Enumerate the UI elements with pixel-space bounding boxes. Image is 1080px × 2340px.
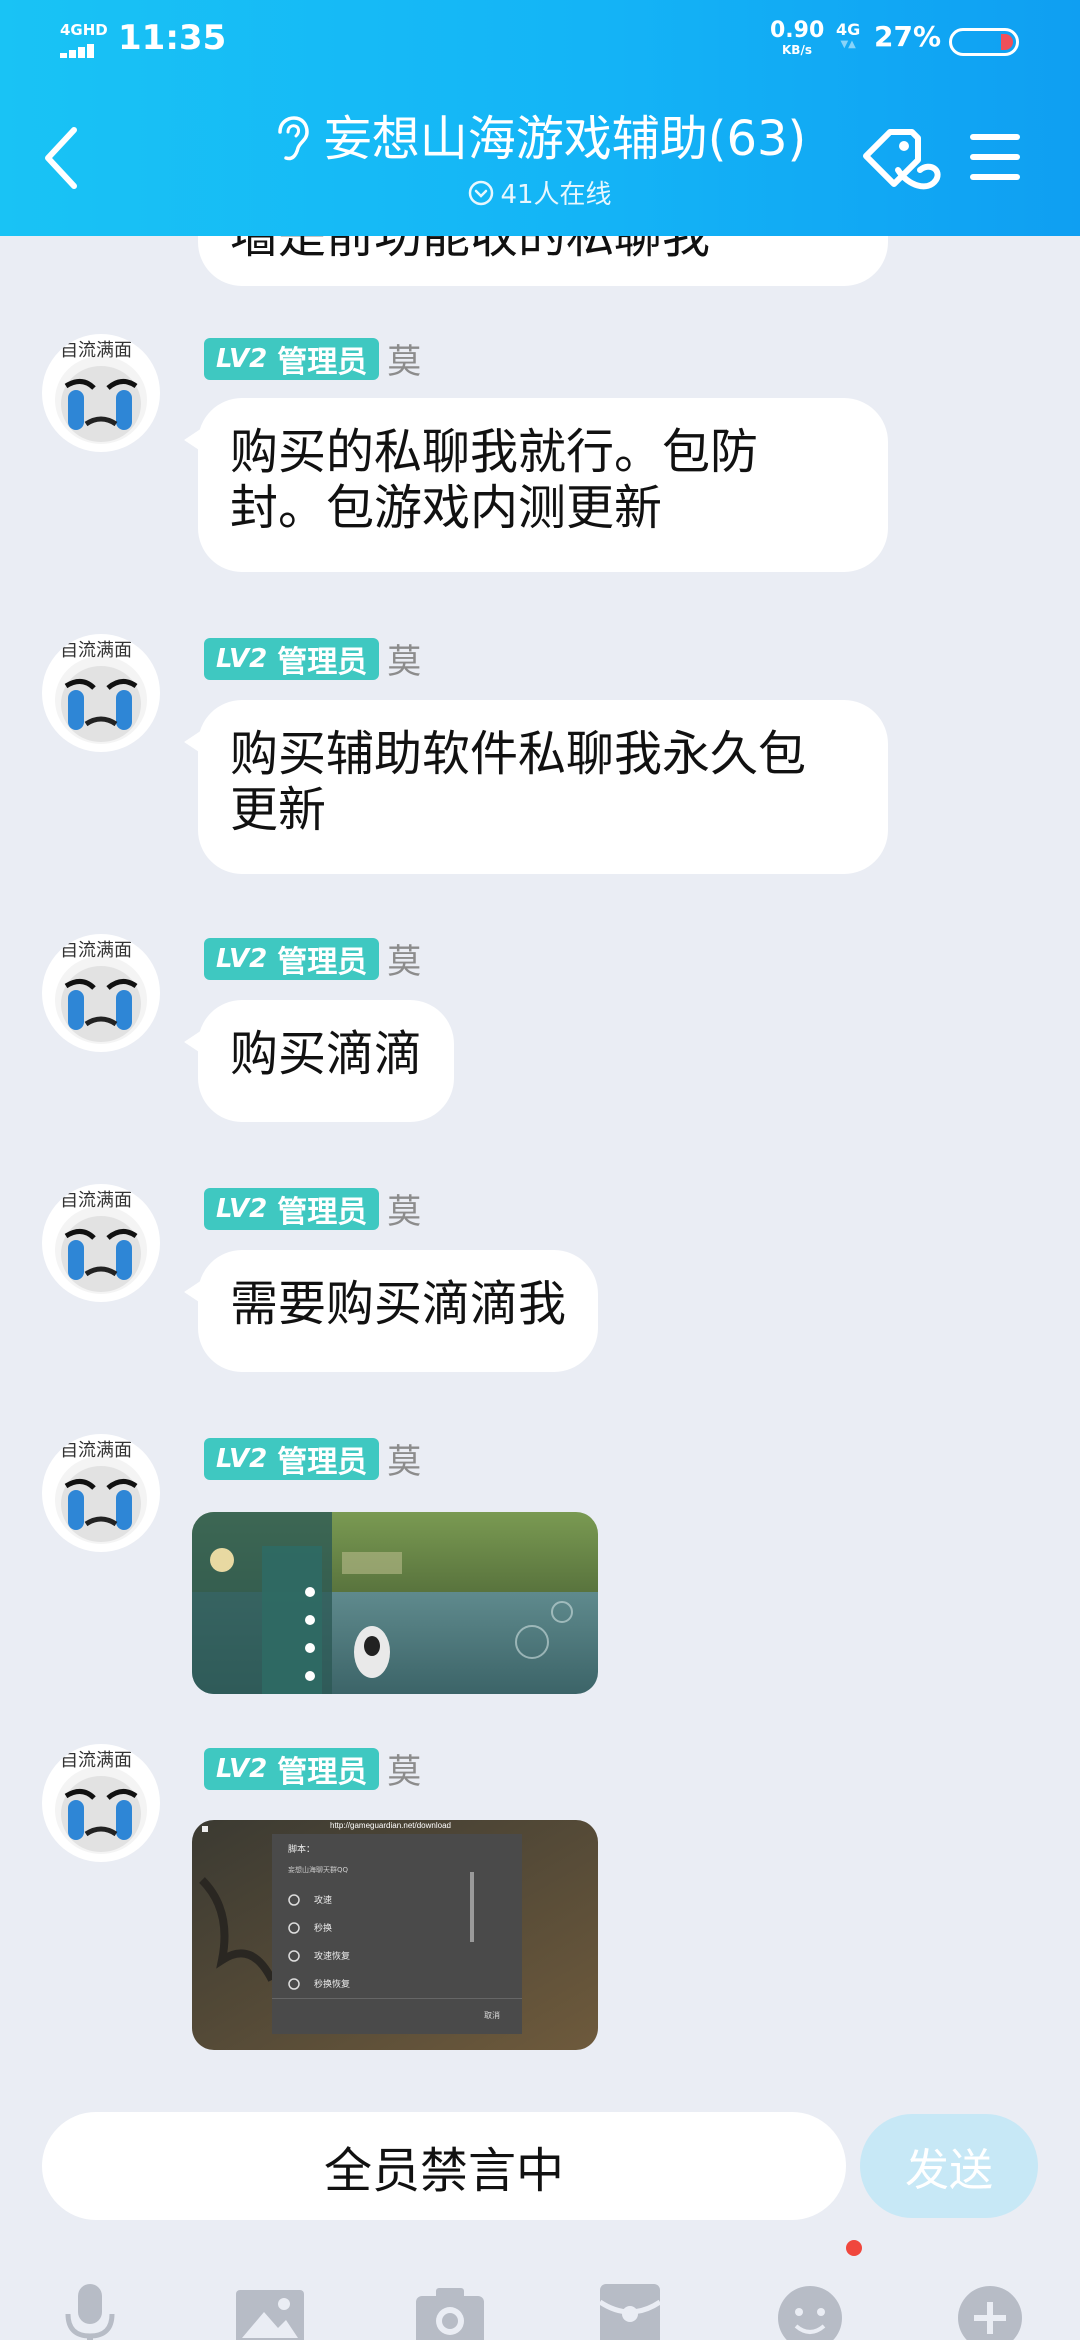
muted-input-field[interactable]: 全员禁言中 — [42, 2112, 846, 2220]
sender-name[interactable]: 莫 — [387, 934, 421, 983]
avatar-caption: 自流满面 — [60, 640, 132, 661]
svg-text:脚本：: 脚本： — [288, 1843, 315, 1855]
network-speed: 0.90 KB/s — [770, 18, 825, 57]
notification-dot — [846, 2240, 862, 2256]
sender-line: LV2 管理员 莫 — [204, 1184, 421, 1233]
emoji-icon[interactable] — [770, 2276, 850, 2340]
avatar-caption: 自流满面 — [60, 340, 132, 361]
tag-icon[interactable] — [858, 126, 942, 200]
sender-name[interactable]: 莫 — [387, 1184, 421, 1233]
avatar-caption: 自流满面 — [60, 1440, 132, 1461]
sender-name[interactable]: 莫 — [387, 1744, 421, 1793]
camera-icon[interactable] — [410, 2276, 490, 2340]
avatar[interactable]: 自流满面 — [42, 634, 160, 752]
message-bubble[interactable]: 购买辅助软件私聊我永久包 更新 — [184, 700, 888, 874]
network-type: 4GHD — [60, 21, 108, 39]
send-button[interactable]: 发送 — [860, 2114, 1038, 2218]
member-badge: LV2 管理员 — [204, 337, 380, 380]
signal-indicator: 4GHD — [60, 21, 108, 60]
member-badge: LV2 管理员 — [204, 1187, 380, 1230]
svg-text:秒换恢复: 秒换恢复 — [314, 1978, 350, 1990]
sender-line: LV2 管理员 莫 — [204, 1744, 421, 1793]
chevron-down-circle-icon — [469, 180, 494, 205]
game-screenshot-image[interactable] — [192, 1512, 598, 1694]
message-bubble[interactable]: 需要购买滴滴我 — [183, 1250, 599, 1372]
member-badge: LV2 管理员 — [204, 1747, 380, 1790]
message-list[interactable]: 墙是前功能收的私聊我 自流满面 LV2 管理员 莫 购买的私聊我就行。包防 封。包… — [0, 236, 1080, 2100]
sender-line: LV2 管理员 莫 — [204, 1434, 421, 1483]
member-badge: LV2 管理员 — [204, 1437, 380, 1480]
avatar[interactable]: 自流满面 — [42, 1434, 160, 1552]
avatar-caption: 自流满面 — [60, 1190, 132, 1211]
ear-icon — [277, 116, 309, 161]
status-bar: 4GHD 11:35 0.90 KB/s 4G ▼▲ 27% — [0, 0, 1080, 80]
svg-text:秒换: 秒换 — [314, 1922, 332, 1934]
script-screenshot-image[interactable]: http://gameguardian.net/download 脚本： 妄想山… — [192, 1820, 598, 2050]
sender-name[interactable]: 莫 — [387, 1434, 421, 1483]
avatar-caption: 自流满面 — [60, 1750, 132, 1771]
battery-icon — [949, 28, 1019, 56]
menu-icon[interactable] — [968, 132, 1022, 182]
message-bubble[interactable]: 购买滴滴 — [183, 1000, 455, 1122]
signal-bars-icon — [60, 42, 104, 58]
plus-icon[interactable] — [950, 2276, 1030, 2340]
image-icon[interactable] — [230, 2276, 310, 2340]
avatar[interactable]: 自流满面 — [42, 934, 160, 1052]
sender-line: LV2 管理员 莫 — [204, 934, 421, 983]
avatar-caption: 自流满面 — [60, 940, 132, 961]
svg-text:攻速恢复: 攻速恢复 — [314, 1950, 350, 1962]
sender-line: LV2 管理员 莫 — [204, 334, 421, 383]
svg-text:妄想山海聊天群QQ: 妄想山海聊天群QQ — [288, 1865, 349, 1874]
member-badge: LV2 管理员 — [204, 937, 380, 980]
microphone-icon[interactable] — [50, 2276, 130, 2340]
network-type-secondary: 4G ▼▲ — [836, 20, 861, 50]
clock: 11:35 — [118, 18, 227, 58]
chat-header: 4GHD 11:35 0.90 KB/s 4G ▼▲ 27% 妄想山海游戏辅助(… — [0, 0, 1080, 236]
message-bubble[interactable]: 墙是前功能收的私聊我 — [198, 236, 888, 286]
svg-text:http://gameguardian.net/downlo: http://gameguardian.net/download — [330, 1821, 451, 1830]
input-bar: 全员禁言中 发送 — [0, 2100, 1080, 2340]
sender-name[interactable]: 莫 — [387, 334, 421, 383]
message-bubble[interactable]: 购买的私聊我就行。包防 封。包游戏内测更新 — [184, 398, 888, 572]
avatar[interactable]: 自流满面 — [42, 1184, 160, 1302]
avatar[interactable]: 自流满面 — [42, 1744, 160, 1862]
svg-text:攻速: 攻速 — [314, 1894, 332, 1906]
sender-name[interactable]: 莫 — [387, 634, 421, 683]
sender-line: LV2 管理员 莫 — [204, 634, 421, 683]
member-badge: LV2 管理员 — [204, 637, 380, 680]
avatar[interactable]: 自流满面 — [42, 334, 160, 452]
group-title[interactable]: 妄想山海游戏辅助(63) — [324, 104, 807, 174]
svg-text:取消: 取消 — [484, 2010, 500, 2020]
data-arrows-icon: ▼▲ — [840, 39, 856, 50]
battery-percent: 27% — [874, 20, 942, 53]
red-packet-icon[interactable] — [590, 2276, 670, 2340]
